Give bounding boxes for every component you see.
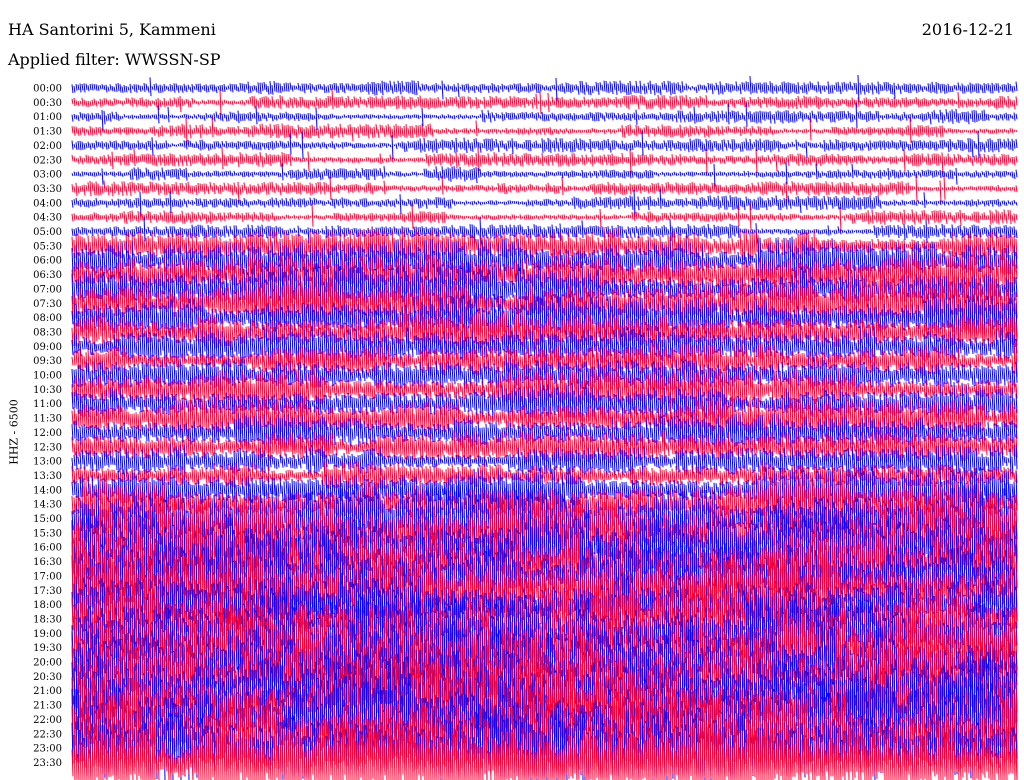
time-tick-label: 01:00 — [33, 112, 62, 123]
time-tick-label: 14:30 — [33, 500, 62, 511]
time-tick-label: 08:30 — [33, 327, 62, 338]
time-tick-label: 03:00 — [33, 170, 62, 181]
time-tick-label: 04:30 — [33, 213, 62, 224]
time-tick-label: 13:30 — [33, 471, 62, 482]
time-tick-label: 21:00 — [33, 686, 62, 697]
time-tick-label: 22:00 — [33, 715, 62, 726]
time-tick-label: 22:30 — [33, 729, 62, 740]
seismic-trace — [71, 188, 1018, 217]
time-tick-label: 06:30 — [33, 270, 62, 281]
time-tick-label: 20:00 — [33, 658, 62, 669]
time-tick-label: 02:30 — [33, 155, 62, 166]
seismic-trace — [71, 74, 1018, 103]
time-tick-label: 19:00 — [33, 629, 62, 640]
time-tick-label: 19:30 — [33, 643, 62, 654]
time-tick-label: 12:30 — [33, 442, 62, 453]
time-tick-label: 07:30 — [33, 299, 62, 310]
seismic-trace — [71, 88, 1018, 115]
time-tick-label: 09:30 — [33, 356, 62, 367]
time-tick-label: 15:00 — [33, 514, 62, 525]
time-tick-label: 18:00 — [33, 600, 62, 611]
time-tick-label: 12:00 — [33, 428, 62, 439]
time-tick-label: 08:00 — [33, 313, 62, 324]
time-tick-label: 21:30 — [33, 701, 62, 712]
time-tick-label: 17:00 — [33, 571, 62, 582]
time-tick-label: 07:00 — [33, 284, 62, 295]
time-tick-label: 05:00 — [33, 227, 62, 238]
time-tick-label: 13:00 — [33, 457, 62, 468]
time-tick-label: 03:30 — [33, 184, 62, 195]
time-tick-label: 14:00 — [33, 485, 62, 496]
time-tick-label: 23:00 — [33, 744, 62, 755]
time-tick-label: 01:30 — [33, 127, 62, 138]
time-tick-label: 18:30 — [33, 614, 62, 625]
time-tick-label: 11:30 — [33, 414, 62, 425]
time-tick-label: 23:30 — [33, 758, 62, 769]
seismic-trace — [71, 147, 1018, 175]
time-tick-label: 06:00 — [33, 256, 62, 267]
time-tick-label: 00:00 — [33, 84, 62, 95]
time-tick-label: 20:30 — [33, 672, 62, 683]
time-tick-label: 15:30 — [33, 528, 62, 539]
time-tick-label: 11:00 — [33, 399, 62, 410]
time-tick-label: 16:00 — [33, 543, 62, 554]
time-tick-label: 17:30 — [33, 586, 62, 597]
time-tick-label: 04:00 — [33, 198, 62, 209]
helicorder-plot: 00:00 00:30 01:00 01:30 02:00 02:30 03:00 03:30… — [33, 74, 1018, 780]
time-tick-label: 16:30 — [33, 557, 62, 568]
time-tick-label: 02:00 — [33, 141, 62, 152]
time-tick-label: 10:00 — [33, 371, 62, 382]
time-tick-label: 00:30 — [33, 98, 62, 109]
time-tick-label: 09:00 — [33, 342, 62, 353]
time-tick-label: 10:30 — [33, 385, 62, 396]
time-tick-label: 05:30 — [33, 241, 62, 252]
